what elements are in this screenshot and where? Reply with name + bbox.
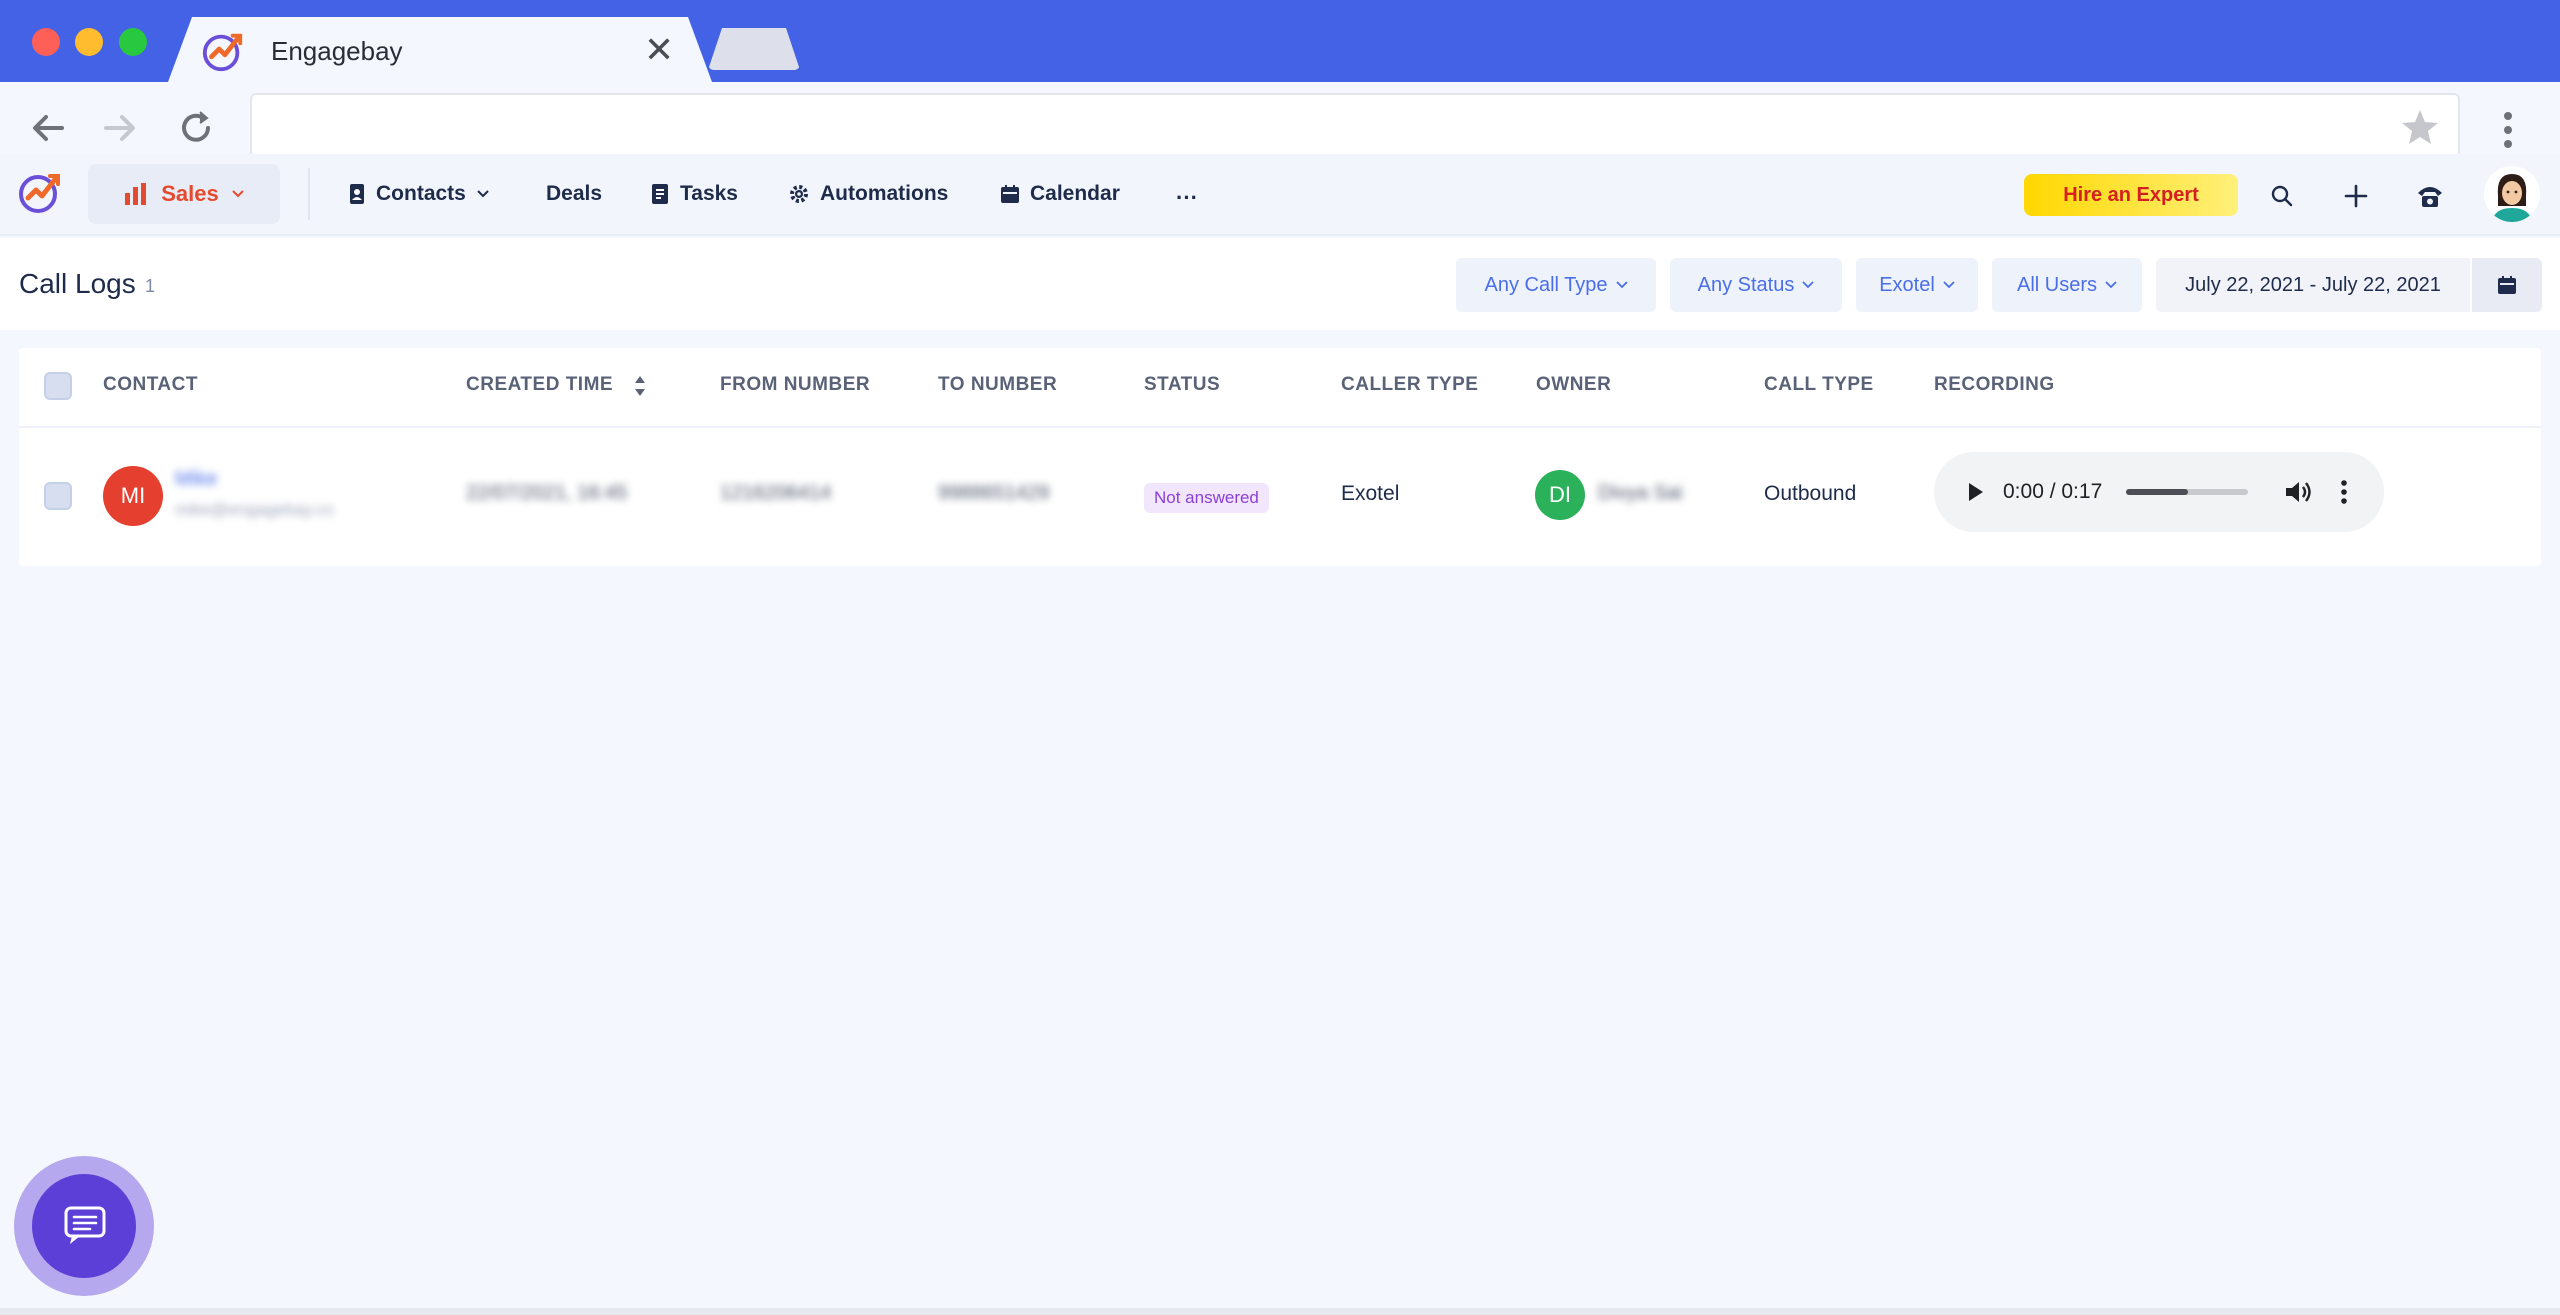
column-header-status: STATUS [1144, 374, 1221, 395]
status-badge: Not answered [1144, 483, 1269, 513]
owner-avatar: DI [1535, 470, 1585, 520]
browser-menu-icon[interactable] [2488, 108, 2528, 152]
forward-arrow-icon[interactable] [96, 104, 144, 152]
chevron-down-icon [232, 190, 244, 198]
column-header-from-number: FROM NUMBER [720, 374, 871, 395]
chat-widget-inner [32, 1174, 136, 1278]
filter-provider-label: Exotel [1879, 273, 1935, 296]
tasks-icon [652, 184, 668, 204]
filter-call-type[interactable]: Any Call Type [1456, 258, 1656, 312]
nav-calendar-label: Calendar [1030, 182, 1120, 205]
window-close-button[interactable] [32, 28, 60, 56]
contact-name-link[interactable]: Mike [175, 468, 217, 491]
filter-status[interactable]: Any Status [1670, 258, 1842, 312]
bookmark-star-icon[interactable] [2396, 104, 2444, 152]
play-icon[interactable] [1962, 478, 1988, 506]
engagebay-logo-icon [202, 33, 243, 72]
nav-contacts-label: Contacts [376, 182, 466, 205]
chevron-down-icon [1615, 281, 1628, 289]
phone-icon[interactable] [2408, 174, 2452, 218]
filter-provider[interactable]: Exotel [1856, 258, 1978, 312]
column-header-created-time[interactable]: CREATED TIME [466, 374, 613, 396]
select-all-checkbox[interactable] [44, 372, 72, 400]
audio-time: 0:00 / 0:17 [2003, 480, 2103, 503]
module-label: Sales [161, 181, 219, 206]
audio-progress-fill [2126, 489, 2188, 495]
nav-automations-label: Automations [820, 182, 949, 205]
browser-tab-active[interactable] [168, 17, 712, 82]
chat-widget-button[interactable] [14, 1156, 154, 1296]
column-header-to-number: TO NUMBER [938, 374, 1058, 395]
calendar-icon [1001, 185, 1019, 203]
header-divider [308, 168, 310, 220]
address-bar[interactable] [250, 93, 2460, 158]
filter-call-type-label: Any Call Type [1484, 273, 1608, 296]
window-minimize-button[interactable] [75, 28, 103, 56]
from-number-cell: 1216206414 [720, 482, 832, 504]
search-icon[interactable] [2260, 174, 2304, 218]
row-checkbox[interactable] [44, 482, 72, 510]
sort-icon[interactable] [632, 374, 648, 398]
created-time-cell: 22/07/2021, 16:45 [466, 482, 628, 504]
to-number-cell: 9988651429 [938, 482, 1050, 504]
column-header-owner: OWNER [1536, 374, 1612, 395]
chevron-down-icon [1943, 281, 1955, 289]
reload-icon[interactable] [172, 104, 220, 152]
user-avatar[interactable] [2484, 166, 2540, 222]
column-header-call-type: CALL TYPE [1764, 374, 1874, 395]
volume-icon[interactable] [2282, 478, 2312, 506]
table-header [19, 348, 2541, 428]
chevron-down-icon [477, 190, 489, 198]
nav-deals-label: Deals [546, 182, 603, 205]
column-header-recording: RECORDING [1934, 374, 2055, 395]
caller-type-cell: Exotel [1341, 482, 1400, 505]
contact-email: mike@engagebay.co [175, 500, 334, 519]
back-arrow-icon[interactable] [24, 104, 72, 152]
nav-calendar[interactable]: Calendar [1000, 176, 1120, 212]
filter-users[interactable]: All Users [1992, 258, 2142, 312]
date-picker-button[interactable] [2472, 258, 2542, 312]
browser-tab-title: Engagebay [271, 36, 403, 66]
plus-icon[interactable] [2334, 174, 2378, 218]
chevron-down-icon [2105, 281, 2117, 289]
page-title: Call Logs [19, 268, 136, 299]
chat-icon [64, 1206, 106, 1244]
nav-tasks-label: Tasks [680, 182, 738, 205]
nav-contacts[interactable]: Contacts [348, 176, 490, 212]
hire-expert-button[interactable]: Hire an Expert [2024, 174, 2238, 216]
close-icon[interactable]: ✕ [644, 30, 674, 70]
contact-avatar: MI [103, 466, 163, 526]
contacts-book-icon [350, 184, 364, 204]
audio-progress-slider[interactable] [2126, 489, 2248, 495]
app-logo-icon[interactable] [16, 168, 64, 216]
browser-new-tab[interactable] [708, 28, 800, 70]
filter-users-label: All Users [2016, 273, 2097, 296]
column-header-contact: CONTACT [103, 374, 198, 395]
date-range-input[interactable]: July 22, 2021 - July 22, 2021 [2156, 258, 2470, 312]
calendar-icon [2498, 276, 2516, 294]
nav-automations[interactable]: Automations [788, 176, 948, 212]
owner-name: Divya Sai [1598, 482, 1683, 504]
window-maximize-button[interactable] [119, 28, 147, 56]
bottom-divider [0, 1308, 2560, 1315]
nav-more-button[interactable]: ··· [1176, 180, 1198, 216]
nav-tasks[interactable]: Tasks [650, 176, 738, 212]
nav-deals[interactable]: Deals [546, 176, 602, 212]
chevron-down-icon [1802, 281, 1814, 289]
call-type-cell: Outbound [1764, 482, 1857, 505]
column-header-caller-type: CALLER TYPE [1341, 374, 1479, 395]
bar-chart-icon [125, 183, 147, 205]
more-vertical-icon[interactable] [2334, 478, 2354, 506]
page-count-badge: 1 [145, 276, 156, 296]
gear-icon [790, 185, 808, 203]
more-horizontal-icon: ··· [1176, 185, 1198, 210]
filter-status-label: Any Status [1697, 273, 1795, 296]
module-switcher-sales[interactable]: Sales [88, 164, 280, 224]
